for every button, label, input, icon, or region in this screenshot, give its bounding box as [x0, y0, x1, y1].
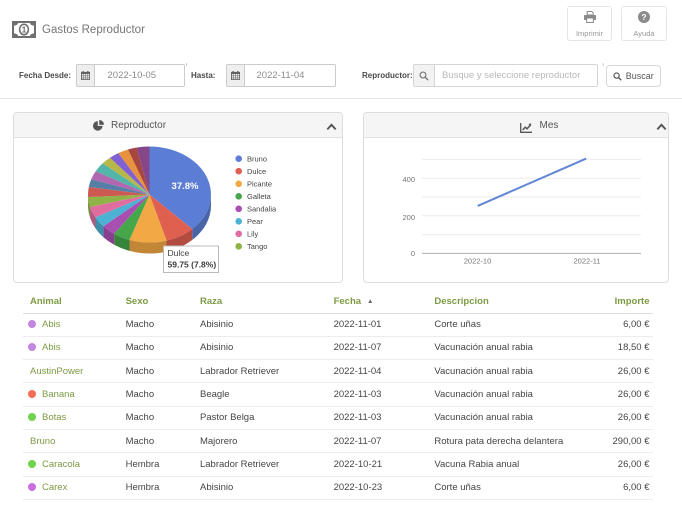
svg-text:Dulce: Dulce: [247, 167, 266, 176]
svg-text:0: 0: [411, 249, 415, 258]
svg-text:Sandalia: Sandalia: [247, 205, 277, 214]
svg-text:59.75 (7.8%): 59.75 (7.8%): [168, 260, 217, 270]
svg-text:1: 1: [22, 25, 27, 35]
svg-text:?: ?: [641, 12, 646, 22]
svg-text:Pear: Pear: [247, 217, 263, 226]
svg-text:Picante: Picante: [247, 180, 272, 189]
svg-text:Tango: Tango: [247, 242, 267, 251]
svg-text:Lily: Lily: [247, 230, 259, 239]
svg-text:200: 200: [402, 213, 415, 222]
svg-text:2022-10: 2022-10: [464, 257, 492, 266]
svg-text:Bruno: Bruno: [247, 155, 267, 164]
svg-text:Galleta: Galleta: [247, 192, 272, 201]
svg-text:400: 400: [402, 175, 415, 184]
svg-text:2022-11: 2022-11: [574, 257, 601, 266]
svg-text:37.8%: 37.8%: [172, 181, 199, 192]
svg-text:Dulce: Dulce: [168, 248, 190, 258]
